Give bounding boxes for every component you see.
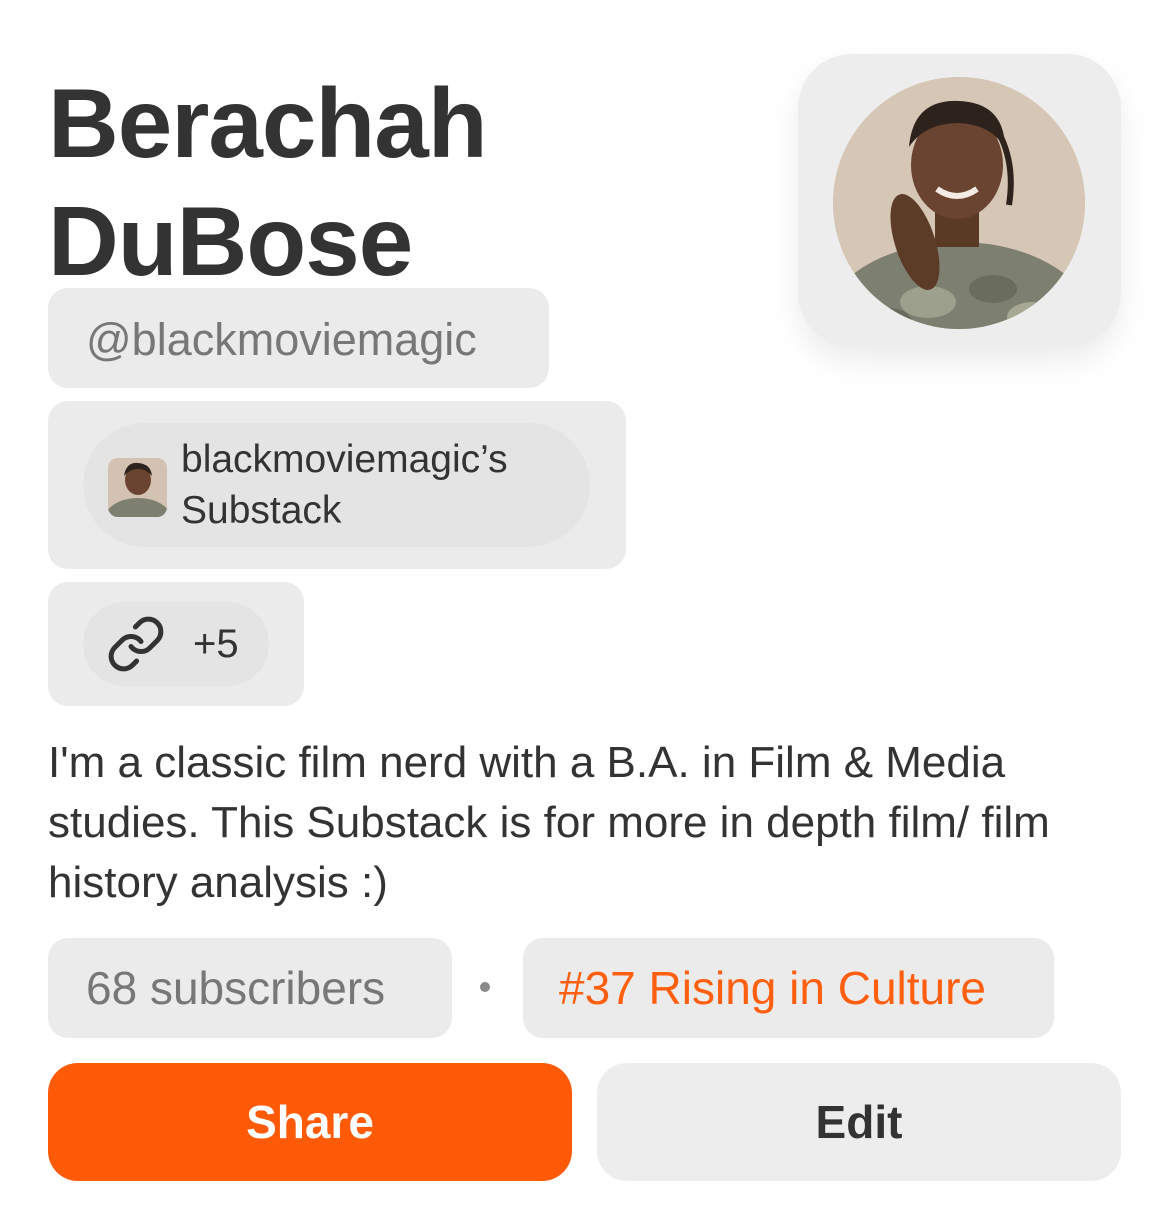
publication-logo-icon [108,458,167,517]
separator-dot [480,982,490,992]
links-button[interactable]: +5 [83,602,269,686]
publication-chip: blackmoviemagic’s Substack [48,401,626,569]
links-chip: +5 [48,582,304,706]
link-icon [108,616,164,672]
avatar-photo [833,77,1085,329]
ranking-chip[interactable]: #37 Rising in Culture [523,938,1054,1038]
publication-name: blackmoviemagic’s Substack [181,438,508,532]
subscribers-chip[interactable]: 68 subscribers [48,938,452,1038]
share-button[interactable]: Share [48,1063,572,1181]
publication-link[interactable]: blackmoviemagic’s Substack [83,423,590,547]
ranking-label: #37 Rising in Culture [559,962,987,1014]
links-count: +5 [193,622,239,666]
subscribers-count: 68 subscribers [86,962,386,1014]
profile-name: Berachah DuBose [48,68,488,296]
handle-chip[interactable]: @blackmoviemagic [48,288,549,388]
profile-bio: I'm a classic film nerd with a B.A. in F… [48,738,1050,907]
avatar [833,77,1085,329]
avatar-card[interactable] [798,54,1121,347]
profile-handle: @blackmoviemagic [86,314,477,365]
edit-button[interactable]: Edit [597,1063,1121,1181]
